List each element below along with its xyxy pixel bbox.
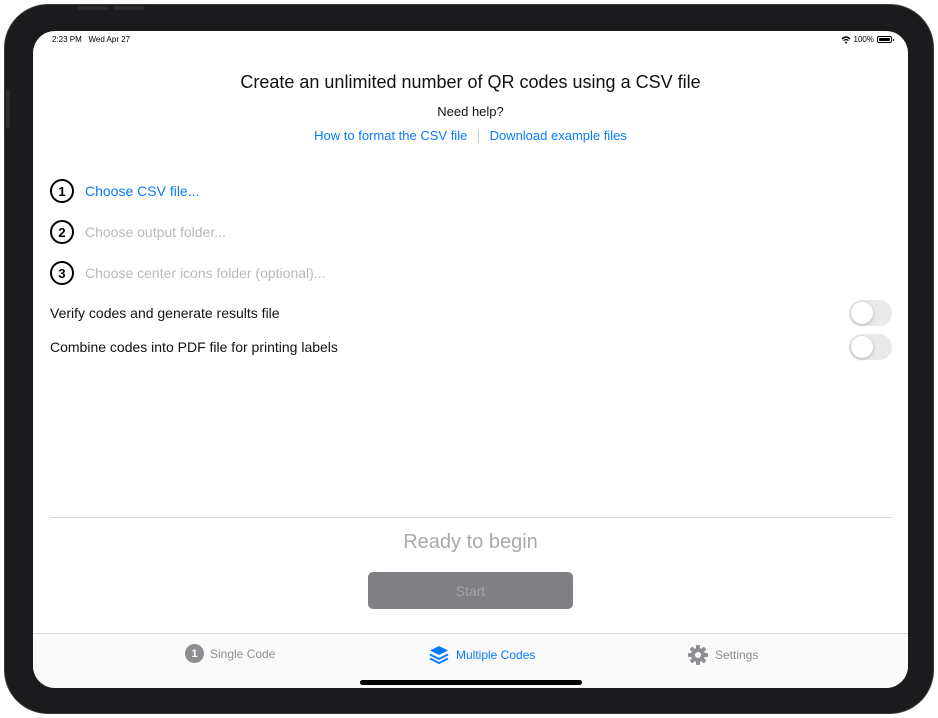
section-divider <box>50 517 892 518</box>
tab-multiple-codes-label: Multiple Codes <box>456 648 536 662</box>
choose-icons-folder-button[interactable]: Choose center icons folder (optional)... <box>85 265 325 281</box>
help-links: How to format the CSV file Download exam… <box>33 128 908 144</box>
tab-settings[interactable]: Settings <box>687 644 758 666</box>
choose-csv-button[interactable]: Choose CSV file... <box>85 183 199 199</box>
status-time-text: 2:23 PM <box>52 35 82 44</box>
tab-single-code-label: Single Code <box>210 646 276 661</box>
start-button[interactable]: Start <box>368 572 573 609</box>
option-verify-codes: Verify codes and generate results file <box>50 299 892 327</box>
battery-percent: 100% <box>853 35 874 44</box>
tab-single-code[interactable]: 1 Single Code <box>185 644 275 663</box>
step-number-2: 2 <box>50 220 74 244</box>
toggle-knob <box>851 336 873 358</box>
number-one-circle-icon: 1 <box>185 644 204 663</box>
home-indicator[interactable] <box>360 680 582 685</box>
combine-pdf-label: Combine codes into PDF file for printing… <box>50 339 338 355</box>
tab-settings-label: Settings <box>715 648 759 662</box>
verify-codes-toggle[interactable] <box>849 300 892 326</box>
status-bar: 2:23 PM Wed Apr 27 100% <box>33 31 908 49</box>
step-choose-icons[interactable]: 3 Choose center icons folder (optional).… <box>50 261 325 285</box>
step-choose-output[interactable]: 2 Choose output folder... <box>50 220 226 244</box>
download-examples-link[interactable]: Download example files <box>490 128 627 143</box>
device-button <box>77 6 109 10</box>
gear-icon <box>688 645 708 665</box>
help-heading: Need help? <box>437 104 504 119</box>
combine-pdf-toggle[interactable] <box>849 334 892 360</box>
format-csv-link[interactable]: How to format the CSV file <box>314 128 467 143</box>
toggle-knob <box>851 302 873 324</box>
wifi-icon <box>841 35 850 44</box>
choose-output-folder-button[interactable]: Choose output folder... <box>85 224 226 240</box>
app-screen: 2:23 PM Wed Apr 27 100% Create an unlimi… <box>33 31 908 688</box>
status-indicators: 100% <box>841 35 894 44</box>
device-button <box>6 89 10 129</box>
stack-layers-icon <box>429 646 449 664</box>
option-combine-pdf: Combine codes into PDF file for printing… <box>50 333 892 361</box>
step-number-3: 3 <box>50 261 74 285</box>
device-button <box>113 6 145 10</box>
page-title: Create an unlimited number of QR codes u… <box>240 72 701 92</box>
link-divider <box>477 130 479 144</box>
battery-icon <box>877 36 894 43</box>
status-date-text: Wed Apr 27 <box>88 35 131 44</box>
step-number-1: 1 <box>50 179 74 203</box>
step-choose-csv[interactable]: 1 Choose CSV file... <box>50 179 199 203</box>
status-time: 2:23 PM Wed Apr 27 <box>52 35 130 44</box>
tab-multiple-codes[interactable]: Multiple Codes <box>428 644 535 666</box>
verify-codes-label: Verify codes and generate results file <box>50 305 280 321</box>
status-message: Ready to begin <box>403 531 538 553</box>
